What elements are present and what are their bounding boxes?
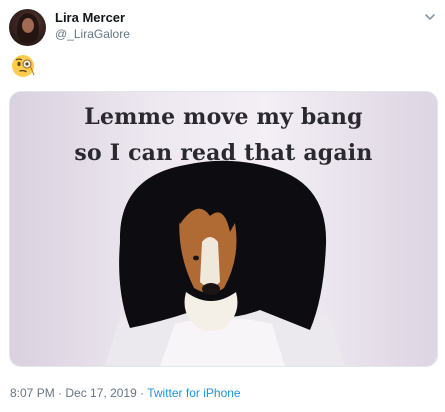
meta-separator: ·	[54, 386, 66, 400]
author-handle[interactable]: @_LiraGalore	[55, 27, 130, 41]
tweet-card: Lira Mercer @_LiraGalore Lemme move my b…	[0, 0, 445, 412]
dog-in-wig-illustration	[105, 160, 345, 366]
chevron-down-icon[interactable]	[423, 10, 437, 24]
author-name[interactable]: Lira Mercer	[55, 10, 125, 25]
tweet-meta: 8:07 PM · Dec 17, 2019 · Twitter for iPh…	[10, 386, 241, 400]
meme-image[interactable]: Lemme move my bang so I can read that ag…	[9, 91, 438, 367]
avatar-face	[22, 18, 34, 33]
tweet-time[interactable]: 8:07 PM	[10, 386, 55, 400]
avatar[interactable]	[9, 9, 46, 46]
face-with-monocle-icon	[12, 55, 35, 77]
tweet-date[interactable]: Dec 17, 2019	[65, 386, 136, 400]
tweet-source-link[interactable]: Twitter for iPhone	[147, 386, 240, 400]
meta-separator-2: ·	[136, 386, 148, 400]
